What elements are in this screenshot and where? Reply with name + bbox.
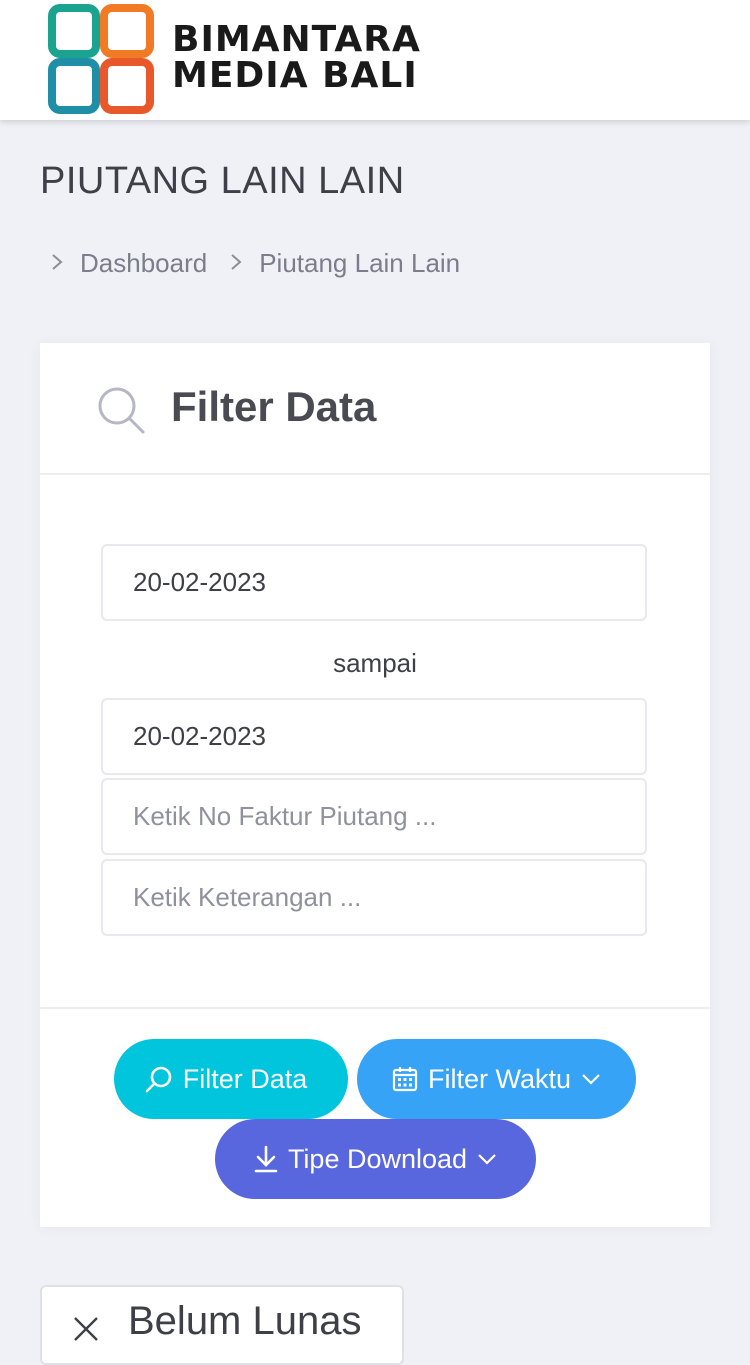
close-icon[interactable] xyxy=(72,1315,100,1343)
filter-data-label: Filter Data xyxy=(182,1063,308,1094)
brand-line-2: MEDIA BALI xyxy=(172,55,418,96)
status-tag-belum-lunas[interactable]: Belum Lunas xyxy=(40,1285,404,1365)
chevron-right-icon xyxy=(50,251,66,277)
breadcrumb: Dashboard Piutang Lain Lain xyxy=(50,248,482,279)
date-from-input[interactable] xyxy=(101,544,647,621)
filter-card: Filter Data sampai Filter Data Filter Wa… xyxy=(40,343,710,1227)
note-input[interactable] xyxy=(101,859,647,936)
tipe-download-button[interactable]: Tipe Download xyxy=(215,1119,536,1199)
search-icon xyxy=(145,1066,172,1093)
brand-logo-icon[interactable] xyxy=(48,4,158,116)
chevron-down-icon xyxy=(582,1074,600,1085)
date-to-input[interactable] xyxy=(101,698,647,775)
brand-line-1: BIMANTARA xyxy=(172,19,421,60)
brand-name: BIMANTARA MEDIA BALI xyxy=(172,22,421,94)
breadcrumb-item-piutang[interactable]: Piutang Lain Lain xyxy=(259,248,460,279)
filter-waktu-label: Filter Waktu xyxy=(427,1063,571,1094)
search-icon xyxy=(98,387,145,434)
download-icon xyxy=(254,1145,278,1173)
tipe-download-label: Tipe Download xyxy=(287,1143,468,1174)
filter-waktu-button[interactable]: Filter Waktu xyxy=(357,1039,636,1119)
page-title: PIUTANG LAIN LAIN xyxy=(40,160,405,202)
breadcrumb-item-dashboard[interactable]: Dashboard xyxy=(80,248,207,279)
status-tag-label: Belum Lunas xyxy=(128,1299,362,1343)
date-range-separator: sampai xyxy=(333,648,417,678)
divider xyxy=(40,1007,710,1009)
chevron-right-icon xyxy=(229,251,245,277)
app-header: BIMANTARA MEDIA BALI xyxy=(0,0,750,120)
filter-card-header: Filter Data xyxy=(40,343,710,475)
chevron-down-icon xyxy=(478,1154,496,1165)
calendar-icon xyxy=(392,1067,418,1092)
filter-card-title: Filter Data xyxy=(171,383,377,430)
filter-data-button[interactable]: Filter Data xyxy=(114,1039,348,1119)
invoice-number-input[interactable] xyxy=(101,778,647,855)
